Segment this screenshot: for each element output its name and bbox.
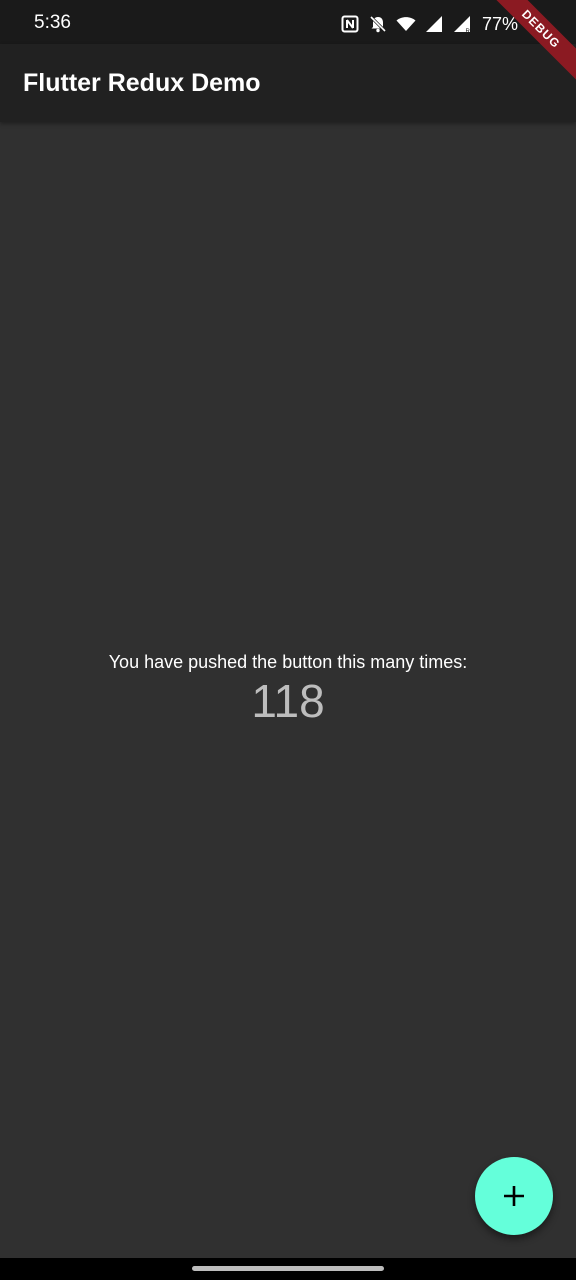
add-icon [501,1183,527,1209]
svg-text:R: R [465,29,470,34]
app-title: Flutter Redux Demo [23,69,261,97]
nfc-icon [340,14,360,34]
counter-value: 118 [251,675,325,727]
app-screen: 5:36 R 77% DEBUG Flutter Redux Demo You … [0,0,576,1280]
gesture-handle[interactable] [192,1266,384,1271]
notifications-off-icon [368,14,388,34]
counter-label: You have pushed the button this many tim… [108,652,468,672]
status-time: 5:36 [34,12,71,33]
signal-roaming-icon: R [452,14,472,34]
wifi-icon [396,14,416,34]
navigation-bar [0,1258,576,1280]
status-bar: 5:36 R 77% [0,0,576,44]
signal-icon [424,14,444,34]
increment-button[interactable] [475,1157,553,1235]
app-bar: Flutter Redux Demo [0,44,576,122]
